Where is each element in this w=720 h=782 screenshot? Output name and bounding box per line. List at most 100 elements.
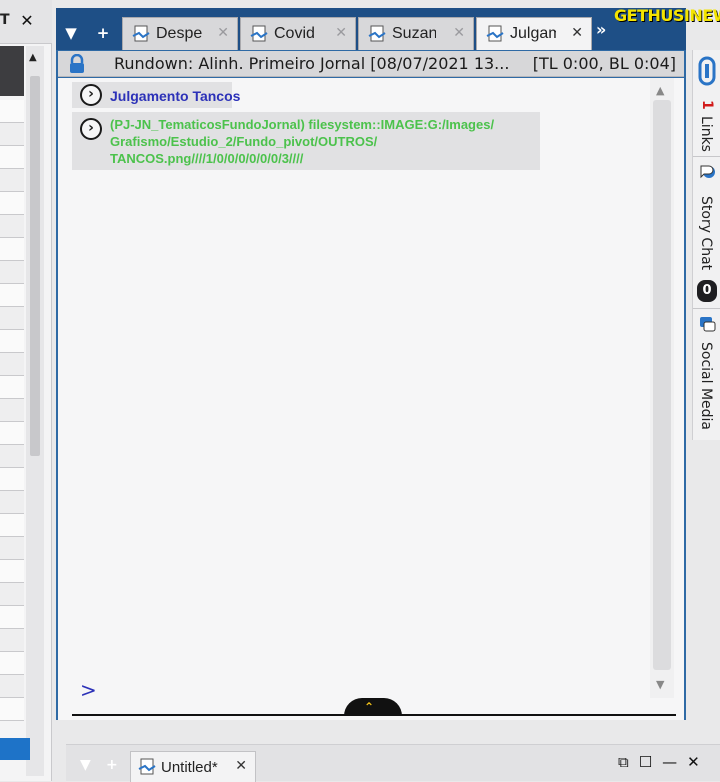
prompter-cursor: > (80, 678, 97, 702)
table-row[interactable] (0, 307, 24, 330)
tab-close-icon[interactable]: ✕ (453, 25, 465, 41)
expand-chevron-icon[interactable]: › (80, 84, 102, 106)
tab-label: Julgam (510, 25, 556, 42)
scroll-up-arrow-icon[interactable]: ▲ (29, 52, 37, 63)
minimize-icon[interactable]: — (662, 753, 677, 771)
table-row[interactable] (0, 560, 24, 583)
tab-despe[interactable]: Despe ✕ (122, 17, 238, 50)
table-row[interactable] (0, 606, 24, 629)
tab-list-dropdown-button[interactable]: ▼ (80, 757, 91, 773)
lock-icon (70, 53, 84, 73)
side-separator (693, 308, 720, 309)
left-panel-header: T ✕ (0, 0, 52, 44)
table-row[interactable] (0, 353, 24, 376)
new-tab-button[interactable]: + (106, 757, 118, 773)
table-row[interactable] (0, 468, 24, 491)
story-doc-icon (486, 25, 504, 42)
table-row[interactable] (0, 284, 24, 307)
story-scrollbar[interactable]: ▲ ▼ (650, 78, 674, 698)
new-tab-button[interactable]: + (92, 22, 114, 44)
table-row[interactable] (0, 629, 24, 652)
story-doc-icon (368, 25, 386, 42)
left-panel-close-button[interactable]: ✕ (16, 10, 38, 32)
table-row[interactable] (0, 215, 24, 238)
tab-untitled[interactable]: Untitled* ✕ (130, 751, 256, 782)
table-row[interactable] (0, 192, 24, 215)
table-row[interactable] (0, 652, 24, 675)
pane-resize-handle[interactable]: ⌃ (344, 698, 402, 716)
story-title: Julgamento Tancos (110, 88, 241, 104)
left-rundown-panel: T ✕ ▲ (0, 0, 52, 781)
watermark-logo: GETHUSINEWS (614, 6, 720, 25)
tab-close-icon[interactable]: ✕ (571, 25, 583, 41)
chevron-up-icon: ⌃ (364, 700, 375, 714)
more-tabs-button[interactable]: » (596, 20, 606, 39)
table-row[interactable] (0, 514, 24, 537)
table-row[interactable] (0, 422, 24, 445)
table-row[interactable] (0, 261, 24, 284)
mos-line: (PJ-JN_TematicosFundoJornal) filesystem:… (110, 117, 495, 132)
table-row[interactable] (0, 399, 24, 422)
table-row[interactable] (0, 376, 24, 399)
left-panel-selected-row[interactable] (0, 46, 24, 96)
story-chat-icon[interactable] (697, 162, 717, 182)
restore-icon[interactable]: ☐ (639, 753, 652, 771)
popout-icon[interactable]: ⧉ (618, 753, 629, 771)
story-editor[interactable]: › Julgamento Tancos › (PJ-JN_TematicosFu… (58, 78, 684, 720)
tab-list-dropdown-button[interactable]: ▼ (60, 22, 82, 44)
tab-julgamento[interactable]: Julgam ✕ (476, 17, 592, 50)
window-controls: ⧉ ☐ — ✕ (618, 753, 700, 771)
story-doc-icon (138, 758, 156, 775)
left-panel-rows (0, 100, 24, 721)
left-panel-scrollbar[interactable]: ▲ (26, 46, 44, 776)
left-scroll-thumb[interactable] (30, 76, 40, 456)
story-doc-icon (250, 25, 268, 42)
mos-line: Grafismo/Estudio_2/Fundo_pivot/OUTROS/ (110, 134, 378, 149)
scroll-up-arrow-icon[interactable]: ▲ (656, 84, 664, 97)
tab-label: Untitled* (161, 758, 218, 776)
table-row[interactable] (0, 698, 24, 721)
tab-close-icon[interactable]: ✕ (235, 758, 247, 774)
table-row[interactable] (0, 123, 24, 146)
tab-close-icon[interactable]: ✕ (335, 25, 347, 41)
scroll-down-arrow-icon[interactable]: ▼ (656, 678, 664, 691)
left-panel-highlight-row[interactable] (0, 738, 30, 760)
tab-label: Suzana (392, 25, 436, 42)
side-separator (693, 156, 720, 157)
tab-suzana[interactable]: Suzana ✕ (358, 17, 474, 50)
table-row[interactable] (0, 238, 24, 261)
side-panel-strip: 1 Links Story Chat 0 Social Media (692, 50, 720, 440)
expand-chevron-icon[interactable]: › (80, 118, 102, 140)
rundown-header: Rundown: Alinh. Primeiro Jornal [08/07/2… (58, 51, 684, 77)
left-panel-partial-glyph: T (0, 12, 10, 28)
table-row[interactable] (0, 583, 24, 606)
table-row[interactable] (0, 491, 24, 514)
story-chat-tab[interactable]: Story Chat (698, 196, 714, 270)
story-chat-count: 0 (697, 280, 717, 302)
tab-close-icon[interactable]: ✕ (217, 25, 229, 41)
mos-line: TANCOS.png////1/0/0/0/0/0/0/3//// (110, 151, 304, 166)
story-window: ▼ + Despe ✕ Covid ✕ Suzana ✕ Julgam ✕ » (56, 8, 686, 720)
table-row[interactable] (0, 330, 24, 353)
tab-bar: ▼ + Despe ✕ Covid ✕ Suzana ✕ Julgam ✕ » (56, 8, 686, 50)
rundown-title: Rundown: Alinh. Primeiro Jornal [08/07/2… (114, 54, 510, 73)
table-row[interactable] (0, 445, 24, 468)
table-row[interactable] (0, 146, 24, 169)
table-row[interactable] (0, 169, 24, 192)
mos-object-text: (PJ-JN_TematicosFundoJornal) filesystem:… (110, 116, 494, 167)
tab-label: Despe (156, 25, 203, 42)
table-row[interactable] (0, 100, 24, 123)
bottom-story-window: ▼ + Untitled* ✕ ⧉ ☐ — ✕ (66, 744, 720, 782)
table-row[interactable] (0, 537, 24, 560)
story-doc-icon (132, 25, 150, 42)
links-icon[interactable] (697, 56, 717, 86)
table-row[interactable] (0, 675, 24, 698)
links-count: 1 (699, 100, 715, 110)
story-scroll-thumb[interactable] (653, 100, 671, 670)
links-tab[interactable]: Links (698, 116, 714, 152)
rundown-timing: [TL 0:00, BL 0:04] (532, 54, 676, 73)
tab-covid[interactable]: Covid ✕ (240, 17, 356, 50)
social-media-tab[interactable]: Social Media (698, 342, 714, 430)
social-media-icon[interactable] (697, 314, 717, 334)
close-icon[interactable]: ✕ (687, 753, 700, 771)
